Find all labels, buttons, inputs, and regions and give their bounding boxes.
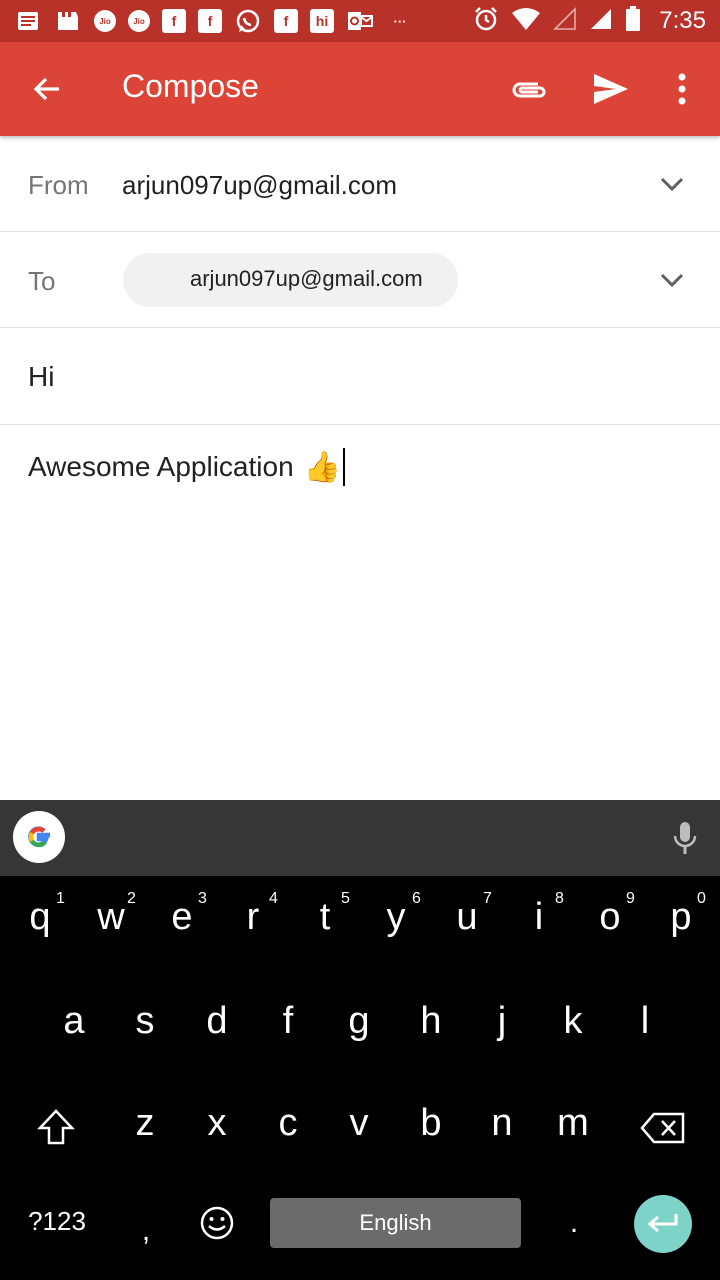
more-vert-icon xyxy=(678,73,686,105)
wifi-icon xyxy=(511,7,541,36)
signal-empty-icon xyxy=(553,6,577,36)
subject-row[interactable]: Hi xyxy=(0,328,720,425)
battery-icon xyxy=(625,5,641,37)
key-l[interactable]: l xyxy=(615,1000,675,1043)
key-hint-2: 2 xyxy=(127,890,136,907)
key-f[interactable]: f xyxy=(258,1000,318,1043)
paperclip-icon xyxy=(512,82,546,98)
page-title: Compose xyxy=(122,68,259,104)
comma-key[interactable]: , xyxy=(116,1214,176,1248)
chevron-down-icon[interactable] xyxy=(658,266,686,294)
key-g[interactable]: g xyxy=(329,1000,389,1043)
whatsapp-icon xyxy=(234,8,262,34)
facebook-icon: f xyxy=(162,9,186,33)
key-hint-7: 7 xyxy=(483,890,492,907)
key-z[interactable]: z xyxy=(115,1102,175,1145)
key-v[interactable]: v xyxy=(329,1102,389,1145)
key-b[interactable]: b xyxy=(401,1102,461,1145)
hike-icon: hi xyxy=(310,9,334,33)
key-c[interactable]: c xyxy=(258,1102,318,1145)
microphone-icon[interactable] xyxy=(670,820,700,856)
enter-key[interactable] xyxy=(634,1195,692,1253)
news-icon xyxy=(14,8,42,34)
enter-icon xyxy=(647,1214,678,1233)
backspace-icon[interactable] xyxy=(640,1112,686,1144)
key-hint-5: 5 xyxy=(341,890,350,907)
key-x[interactable]: x xyxy=(187,1102,247,1145)
key-hint-8: 8 xyxy=(555,890,564,907)
from-label: From xyxy=(28,170,89,200)
signal-icon xyxy=(589,7,613,36)
subject-field[interactable]: Hi xyxy=(28,361,54,393)
shift-icon[interactable] xyxy=(36,1108,76,1146)
keyboard: q1w2e3r4t5y6u7i8o9p0 asdfghjkl zxcvbnm ?… xyxy=(0,876,720,1280)
symbols-key[interactable]: ?123 xyxy=(22,1206,92,1237)
from-value: arjun097up@gmail.com xyxy=(122,170,397,200)
key-hint-4: 4 xyxy=(269,890,278,907)
send-button[interactable] xyxy=(586,64,636,114)
text-cursor xyxy=(343,448,346,486)
clock-time: 7:35 xyxy=(659,7,706,34)
more-dots-icon: ··· xyxy=(393,13,407,29)
space-key[interactable]: English xyxy=(270,1198,521,1248)
thumbs-up-emoji: 👍 xyxy=(303,450,342,484)
key-hint-6: 6 xyxy=(412,890,421,907)
facebook-icon: f xyxy=(198,9,222,33)
key-h[interactable]: h xyxy=(401,1000,461,1043)
attach-button[interactable] xyxy=(504,64,554,114)
clapper-icon xyxy=(54,8,82,34)
facebook-icon: f xyxy=(274,9,298,33)
back-button[interactable] xyxy=(22,64,72,114)
key-k[interactable]: k xyxy=(543,1000,603,1043)
jio-icon: Jio xyxy=(128,10,150,32)
recipient-chip-label: arjun097up@gmail.com xyxy=(190,266,423,291)
app-bar: Compose xyxy=(0,42,720,136)
keyboard-suggestion-bar xyxy=(0,800,720,876)
key-d[interactable]: d xyxy=(187,1000,247,1043)
send-icon xyxy=(594,74,628,104)
body-field[interactable]: Awesome Application 👍 xyxy=(28,448,346,486)
key-m[interactable]: m xyxy=(543,1102,603,1145)
key-j[interactable]: j xyxy=(472,1000,532,1043)
body-text: Awesome Application xyxy=(28,451,294,482)
key-hint-1: 1 xyxy=(56,890,65,907)
chevron-down-icon[interactable] xyxy=(658,170,686,198)
jio-icon: Jio xyxy=(94,10,116,32)
alarm-icon xyxy=(473,6,499,37)
key-s[interactable]: s xyxy=(115,1000,175,1043)
arrow-left-icon xyxy=(33,77,59,101)
to-label: To xyxy=(28,266,56,296)
key-a[interactable]: a xyxy=(44,1000,104,1043)
outlook-icon xyxy=(346,8,374,34)
emoji-icon[interactable] xyxy=(199,1205,235,1241)
key-hint-3: 3 xyxy=(198,890,207,907)
status-bar: Jio Jio f f f hi ··· 7:35 xyxy=(0,0,720,42)
to-row[interactable]: To arjun097up@gmail.com xyxy=(0,232,720,328)
key-n[interactable]: n xyxy=(472,1102,532,1145)
notification-icons: Jio Jio f f f hi ··· xyxy=(14,8,414,34)
period-key[interactable]: . xyxy=(544,1206,604,1240)
more-options-button[interactable] xyxy=(657,64,707,114)
recipient-chip[interactable]: arjun097up@gmail.com xyxy=(123,253,458,307)
google-g-icon xyxy=(28,826,50,848)
key-hint-9: 9 xyxy=(626,890,635,907)
key-hint-0: 0 xyxy=(697,890,706,907)
from-row[interactable]: From arjun097up@gmail.com xyxy=(0,136,720,232)
google-search-button[interactable] xyxy=(13,811,65,863)
